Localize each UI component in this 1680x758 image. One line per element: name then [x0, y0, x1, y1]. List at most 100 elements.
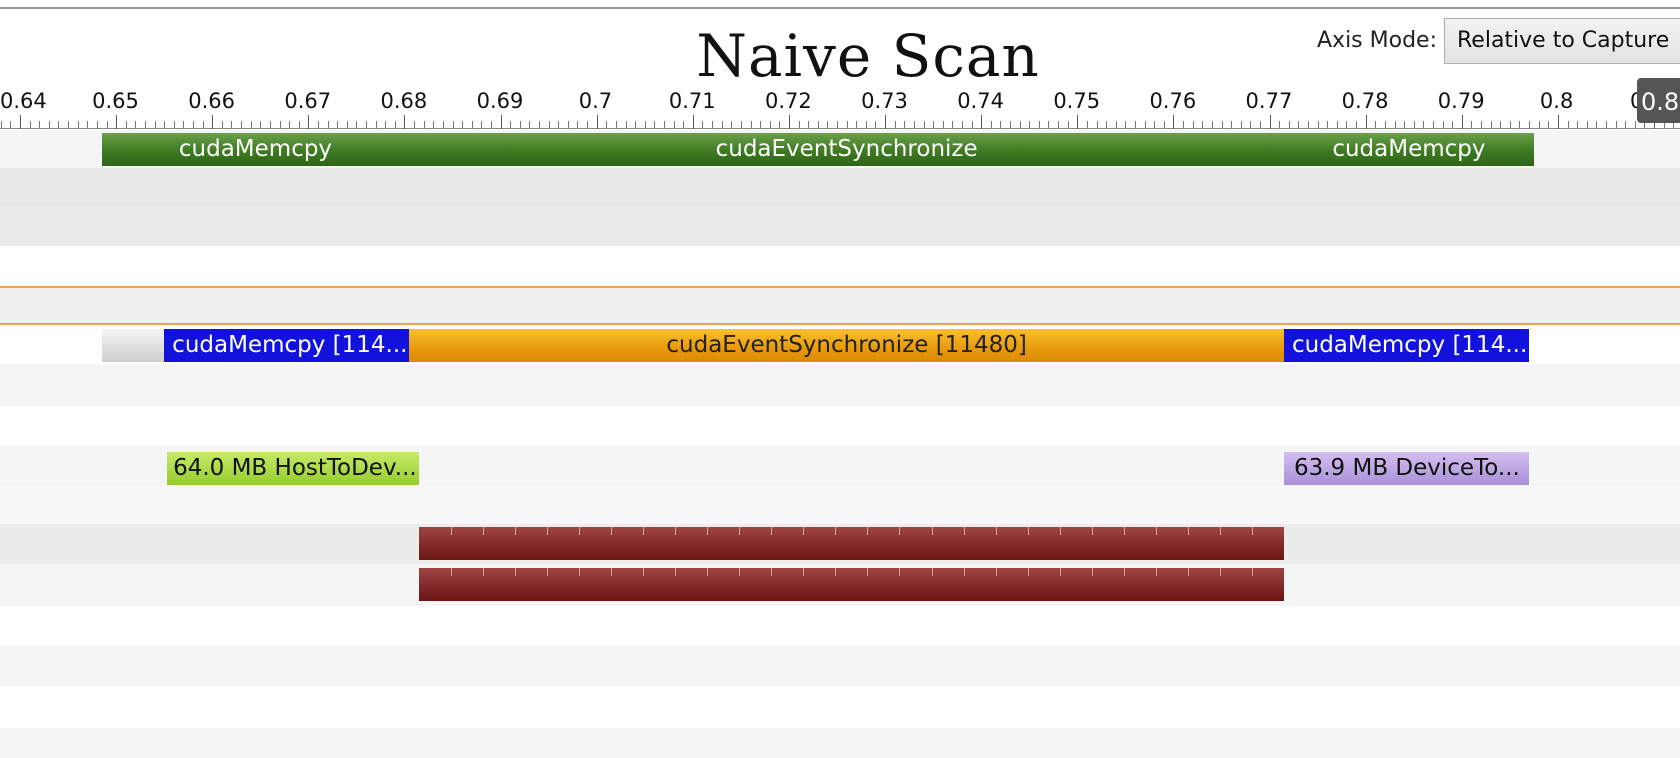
ruler-tick-label: 0.72 — [764, 89, 812, 113]
kernel-segment-marker — [1027, 527, 1029, 535]
ruler-tick — [1192, 121, 1194, 129]
ruler-tick — [942, 121, 944, 129]
ruler-tick — [490, 121, 492, 129]
range-kernel-bar[interactable] — [418, 527, 1284, 560]
selected-row-border — [0, 323, 1680, 325]
ruler-tick — [539, 121, 541, 129]
range-blue-bar[interactable]: cudaMemcpy [114... — [164, 329, 410, 362]
ruler-tick — [1605, 121, 1607, 129]
kernel-segment-marker — [1123, 527, 1125, 535]
kernel-segment-marker — [931, 568, 933, 576]
ruler-tick — [1615, 121, 1617, 129]
ruler-tick — [1029, 121, 1031, 129]
ruler-tick — [77, 121, 79, 129]
ruler-tick — [135, 121, 137, 129]
timeline-row — [0, 486, 1680, 524]
range-lime-bar[interactable]: 64.0 MB HostToDev... — [167, 452, 419, 485]
range-orange-bar[interactable]: cudaEventSynchronize [11480] — [409, 329, 1284, 362]
ruler-tick — [125, 121, 127, 129]
ruler-tick — [404, 115, 406, 129]
ruler-tick — [327, 121, 329, 129]
ruler-tick — [1596, 121, 1598, 129]
range-blue-bar[interactable]: cudaMemcpy [114... — [1283, 329, 1530, 362]
ruler-tick — [1375, 121, 1377, 129]
kernel-segment-marker — [450, 527, 452, 535]
ruler-tick — [1298, 121, 1300, 129]
kernel-segment-marker — [547, 527, 549, 535]
time-ruler[interactable]: 0.64 0.65 0.66 0.67 0.68 0.69 0.7 0.71 0.72 0.73 0… — [0, 85, 1680, 130]
ruler-tick-label: 0.73 — [861, 89, 908, 113]
ruler-tick — [664, 121, 665, 129]
ruler-tick — [971, 121, 973, 129]
ruler-tick — [1125, 121, 1127, 129]
ruler-tick — [375, 121, 377, 129]
ruler-tick — [1279, 121, 1281, 129]
ruler-tick — [356, 121, 358, 129]
ruler-tick — [1365, 115, 1367, 129]
kernel-segment-marker — [1251, 527, 1253, 535]
ruler-tick — [817, 121, 819, 129]
range-green-bar[interactable]: cudaEventSynchronize — [409, 133, 1284, 166]
ruler-tick — [1404, 121, 1406, 129]
range-green-bar[interactable]: cudaMemcpy — [1283, 133, 1534, 166]
ruler-tick — [654, 121, 656, 129]
ruler-tick — [1336, 121, 1338, 129]
range-lavender-bar[interactable]: 63.9 MB DeviceTo... — [1283, 452, 1530, 485]
ruler-tick — [500, 115, 502, 129]
kernel-segment-marker — [579, 527, 581, 535]
kernel-segment-marker — [707, 527, 709, 535]
kernel-segment-marker — [450, 568, 452, 576]
range-green-bar[interactable]: cudaMemcpy — [101, 133, 410, 166]
ruler-tick-label: 0.79 — [1437, 89, 1485, 113]
ruler-tick — [1471, 121, 1473, 129]
kernel-segment-marker — [515, 527, 516, 535]
ruler-tick — [1481, 121, 1483, 129]
kernel-segment-marker — [482, 568, 484, 576]
axis-mode-dropdown[interactable]: Relative to Capture — [1444, 18, 1680, 64]
ruler-tick — [144, 121, 146, 129]
ruler-tick — [1490, 121, 1492, 129]
ruler-tick — [260, 121, 262, 129]
ruler-tick — [385, 121, 387, 129]
ruler-tick — [116, 115, 118, 129]
ruler-tick — [990, 121, 992, 129]
ruler-tick — [558, 121, 560, 129]
ruler-tick — [1240, 121, 1242, 129]
ruler-tick — [1221, 121, 1223, 129]
ruler-tick — [96, 121, 98, 129]
kernel-segment-marker — [611, 527, 613, 535]
kernel-segment-marker — [1251, 568, 1253, 576]
idle-range-bar[interactable] — [101, 329, 165, 362]
kernel-segment-marker — [963, 527, 965, 535]
ruler-tick — [1634, 121, 1636, 129]
ruler-tick — [712, 121, 714, 129]
timeline-row — [0, 168, 1680, 206]
ruler-tick — [1327, 121, 1329, 129]
ruler-tick — [1154, 121, 1156, 129]
ruler-tick — [875, 121, 877, 129]
ruler-tick-label: 0.75 — [1053, 89, 1101, 113]
kernel-segment-marker — [675, 527, 677, 535]
kernel-segment-marker — [547, 568, 549, 576]
ruler-tick-label: 0.66 — [188, 89, 235, 113]
ruler-tick — [1356, 121, 1358, 129]
ruler-tick-label: 0.68 — [380, 89, 428, 113]
ruler-tick — [731, 121, 733, 129]
kernel-segment-marker — [643, 527, 645, 535]
ruler-tick — [1077, 115, 1079, 129]
ruler-tick — [1096, 121, 1098, 129]
ruler-tick — [212, 115, 214, 129]
ruler-tick — [798, 121, 800, 129]
ruler-tick — [1317, 121, 1319, 129]
ruler-tick — [1548, 121, 1550, 129]
ruler-tick — [173, 121, 175, 129]
range-kernel-bar[interactable] — [418, 568, 1284, 601]
ruler-tick — [1038, 121, 1040, 129]
ruler-tick — [1067, 121, 1069, 129]
ruler-tick — [740, 121, 742, 129]
kernel-segment-marker — [995, 527, 997, 535]
ruler-tick — [1452, 121, 1454, 129]
ruler-tick — [1259, 121, 1261, 129]
ruler-tick — [289, 121, 291, 129]
ruler-tick-label: 0.65 — [92, 89, 139, 113]
